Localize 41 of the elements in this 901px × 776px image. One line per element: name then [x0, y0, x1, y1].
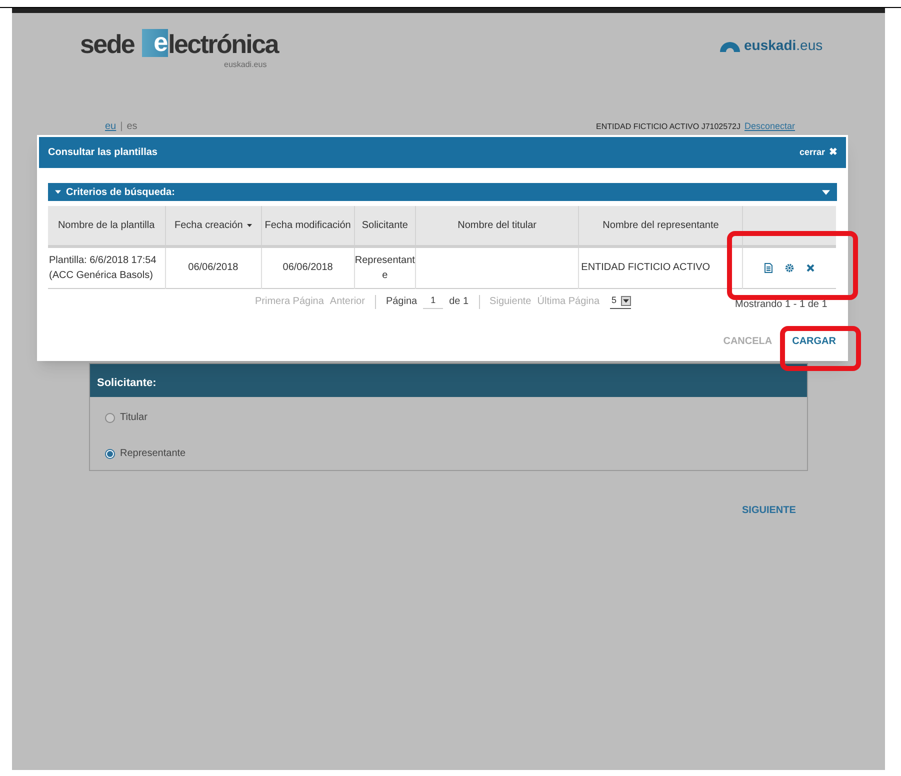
language-link[interactable]: eu — [105, 119, 116, 134]
page-number-field[interactable]: 1 — [423, 294, 444, 309]
modal-title: Consultar las plantillas — [48, 146, 158, 160]
radio-label: Titular — [120, 411, 148, 425]
column-header[interactable]: Nombre del titular — [415, 206, 579, 246]
radio-button[interactable] — [105, 412, 115, 422]
language-link[interactable]: es — [126, 119, 138, 134]
next-button[interactable]: SIGUIENTE — [742, 503, 796, 518]
radio-button[interactable] — [105, 448, 115, 458]
sort-caret-icon — [246, 224, 252, 227]
table-cell: 06/06/2018 — [188, 262, 238, 273]
table-cell: Representant e — [354, 254, 415, 280]
logout-link[interactable]: Desconectar — [744, 120, 795, 134]
table-cell: Plantilla: 6/6/2018 17:54 (ACC Genérica Basols) — [49, 254, 156, 280]
page-size-select[interactable]: 5 — [610, 294, 631, 309]
gear-icon[interactable] — [785, 262, 794, 272]
logo-subtitle: euskadi.eus — [224, 59, 267, 71]
page-label: Página — [386, 295, 418, 309]
table-cell: 06/06/2018 — [282, 262, 333, 273]
caret-icon — [55, 190, 61, 194]
radio-label: Representante — [120, 447, 186, 461]
page-count: de 1 — [449, 295, 469, 309]
panel-header: Solicitante: — [90, 364, 807, 397]
close-icon[interactable] — [806, 262, 816, 272]
column-header[interactable]: Fecha modificación — [261, 206, 354, 246]
column-header[interactable]: Solicitante — [354, 206, 416, 246]
arch-icon — [720, 40, 740, 52]
column-header[interactable]: Nombre de la plantilla — [48, 206, 166, 246]
brand-name: euskadi.eus — [744, 36, 823, 55]
close-button[interactable]: cerrar ✖ — [799, 145, 837, 160]
user-name: ENTIDAD FICTICIO ACTIVO J7102572J — [596, 120, 740, 133]
site-logo: sede electrónica — [80, 29, 278, 57]
document-icon[interactable] — [764, 262, 774, 272]
separator: | — [120, 120, 123, 134]
column-header[interactable]: Fecha creación — [165, 206, 262, 246]
dropdown-caret-icon — [622, 299, 629, 303]
table-cell: ENTIDAD FICTICIO ACTIVO — [581, 262, 710, 273]
criteria-bar[interactable]: Criterios de búsqueda: — [48, 183, 837, 201]
caret-icon — [822, 190, 830, 194]
load-button[interactable]: CARGAR — [792, 334, 836, 349]
results-count: Mostrando 1 - 1 de 1 — [735, 298, 828, 312]
